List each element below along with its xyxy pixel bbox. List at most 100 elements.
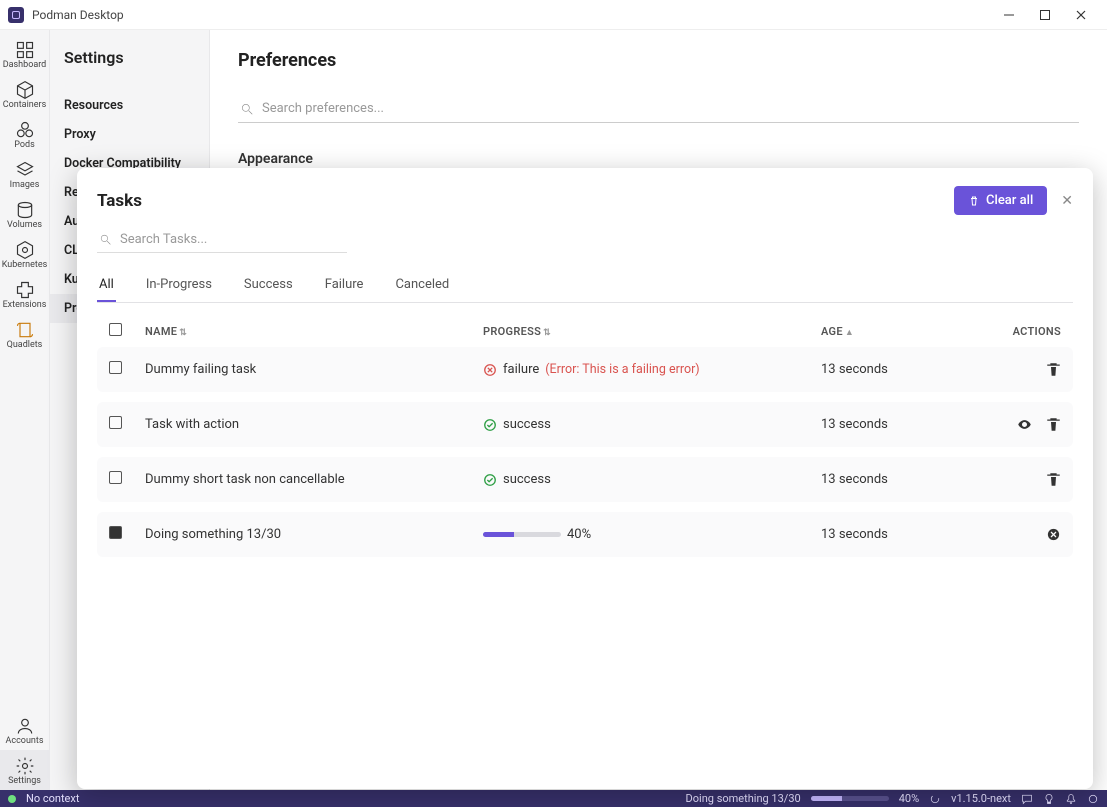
- nav-label: Containers: [3, 100, 46, 110]
- col-age[interactable]: AGE: [821, 325, 843, 338]
- nav-label: Quadlets: [7, 340, 43, 350]
- tasks-dialog: Tasks Clear all ✕ All In-Progress Succes…: [77, 168, 1093, 789]
- nav-extensions[interactable]: Extensions: [0, 274, 50, 314]
- tab-failure[interactable]: Failure: [323, 269, 366, 302]
- clear-all-label: Clear all: [986, 193, 1033, 208]
- cancel-task-button[interactable]: [1046, 527, 1061, 542]
- sort-icon: ▲: [845, 328, 854, 338]
- status-text: success: [503, 472, 551, 487]
- task-age: 13 seconds: [821, 417, 971, 432]
- preferences-search[interactable]: [238, 95, 1079, 123]
- page-title: Preferences: [238, 50, 1079, 71]
- nav-pods[interactable]: Pods: [0, 114, 50, 154]
- nav-rail: Dashboard Containers Pods Images Volumes…: [0, 30, 50, 790]
- status-context[interactable]: No context: [26, 792, 79, 805]
- nav-accounts[interactable]: Accounts: [0, 710, 50, 750]
- status-progress-label: 40%: [899, 792, 919, 805]
- status-success-icon: [483, 473, 497, 487]
- status-dot-icon: [8, 795, 16, 803]
- user-icon: [15, 716, 35, 736]
- pods-icon: [15, 120, 35, 140]
- col-name[interactable]: NAME: [145, 325, 177, 338]
- progress-label: 40%: [567, 527, 591, 542]
- titlebar: Podman Desktop: [0, 0, 1107, 30]
- task-age: 13 seconds: [821, 472, 971, 487]
- tab-canceled[interactable]: Canceled: [393, 269, 451, 302]
- tasks-search[interactable]: [97, 227, 347, 253]
- tasks-search-input[interactable]: [120, 232, 286, 247]
- tasks-close-button[interactable]: ✕: [1061, 193, 1073, 209]
- tab-all[interactable]: All: [97, 269, 116, 302]
- task-name: Dummy short task non cancellable: [145, 472, 483, 487]
- nav-label: Extensions: [3, 300, 47, 310]
- task-age: 13 seconds: [821, 527, 971, 542]
- delete-task-button[interactable]: [1046, 472, 1061, 487]
- search-icon: [99, 233, 112, 246]
- status-success-icon: [483, 418, 497, 432]
- table-row: Task with action success 13 seconds: [97, 402, 1073, 447]
- clear-all-button[interactable]: Clear all: [954, 186, 1047, 215]
- scroll-icon: [15, 320, 35, 340]
- sort-icon: ⇅: [543, 328, 551, 338]
- settings-heading: Settings: [64, 48, 195, 67]
- trash-icon: [968, 195, 980, 207]
- cube-icon: [15, 80, 35, 100]
- nav-images[interactable]: Images: [0, 154, 50, 194]
- lightbulb-icon[interactable]: [1043, 793, 1055, 805]
- nav-kubernetes[interactable]: Kubernetes: [0, 234, 50, 274]
- feedback-icon[interactable]: [1021, 793, 1033, 805]
- window-minimize-button[interactable]: [991, 0, 1027, 30]
- settings-item-proxy[interactable]: Proxy: [64, 120, 195, 149]
- task-name: Doing something 13/30: [145, 527, 483, 542]
- status-task-name[interactable]: Doing something 13/30: [686, 792, 801, 805]
- delete-task-button[interactable]: [1046, 417, 1061, 432]
- view-task-button[interactable]: [1017, 417, 1032, 432]
- window-maximize-button[interactable]: [1027, 0, 1063, 30]
- nav-quadlets[interactable]: Quadlets: [0, 314, 50, 354]
- nav-volumes[interactable]: Volumes: [0, 194, 50, 234]
- row-checkbox[interactable]: [109, 361, 122, 374]
- app-icon: [8, 7, 24, 23]
- tab-success[interactable]: Success: [242, 269, 295, 302]
- status-text: success: [503, 417, 551, 432]
- nav-label: Kubernetes: [2, 260, 48, 270]
- status-spinner-icon: [929, 793, 941, 805]
- layers-icon: [15, 160, 35, 180]
- delete-task-button[interactable]: [1046, 362, 1061, 377]
- nav-dashboard[interactable]: Dashboard: [0, 34, 50, 74]
- nav-label: Accounts: [6, 736, 44, 746]
- dashboard-icon: [15, 40, 35, 60]
- select-all-checkbox[interactable]: [109, 323, 122, 336]
- nav-settings[interactable]: Settings: [0, 750, 50, 790]
- settings-item-resources[interactable]: Resources: [64, 91, 195, 120]
- app-title: Podman Desktop: [32, 8, 124, 22]
- error-text: (Error: This is a failing error): [545, 362, 699, 377]
- status-text: failure: [503, 362, 539, 377]
- preferences-search-input[interactable]: [262, 101, 1077, 116]
- window-close-button[interactable]: [1063, 0, 1099, 30]
- status-progress-bar: [811, 796, 889, 801]
- nav-label: Pods: [14, 140, 34, 150]
- sort-icon: ⇅: [179, 328, 187, 338]
- col-progress[interactable]: PROGRESS: [483, 325, 541, 338]
- status-circle-icon[interactable]: [1087, 793, 1099, 805]
- gear-icon: [15, 756, 35, 776]
- tasks-table: NAME⇅ PROGRESS⇅ AGE▲ ACTIONS Dummy faili…: [97, 315, 1073, 567]
- nav-containers[interactable]: Containers: [0, 74, 50, 114]
- row-checkbox[interactable]: [109, 526, 122, 539]
- table-row: Doing something 13/30 40% 13 seconds: [97, 512, 1073, 557]
- section-appearance: Appearance: [238, 151, 1079, 167]
- progress-bar: [483, 532, 561, 537]
- nav-label: Images: [10, 180, 40, 190]
- row-checkbox[interactable]: [109, 471, 122, 484]
- tab-in-progress[interactable]: In-Progress: [144, 269, 214, 302]
- bell-icon[interactable]: [1065, 793, 1077, 805]
- status-version[interactable]: v1.15.0-next: [951, 792, 1011, 805]
- nav-label: Volumes: [7, 220, 42, 230]
- col-actions: ACTIONS: [1013, 325, 1061, 338]
- row-checkbox[interactable]: [109, 416, 122, 429]
- table-row: Dummy failing task failure (Error: This …: [97, 347, 1073, 392]
- table-header: NAME⇅ PROGRESS⇅ AGE▲ ACTIONS: [97, 315, 1073, 347]
- task-age: 13 seconds: [821, 362, 971, 377]
- nav-label: Dashboard: [3, 60, 47, 70]
